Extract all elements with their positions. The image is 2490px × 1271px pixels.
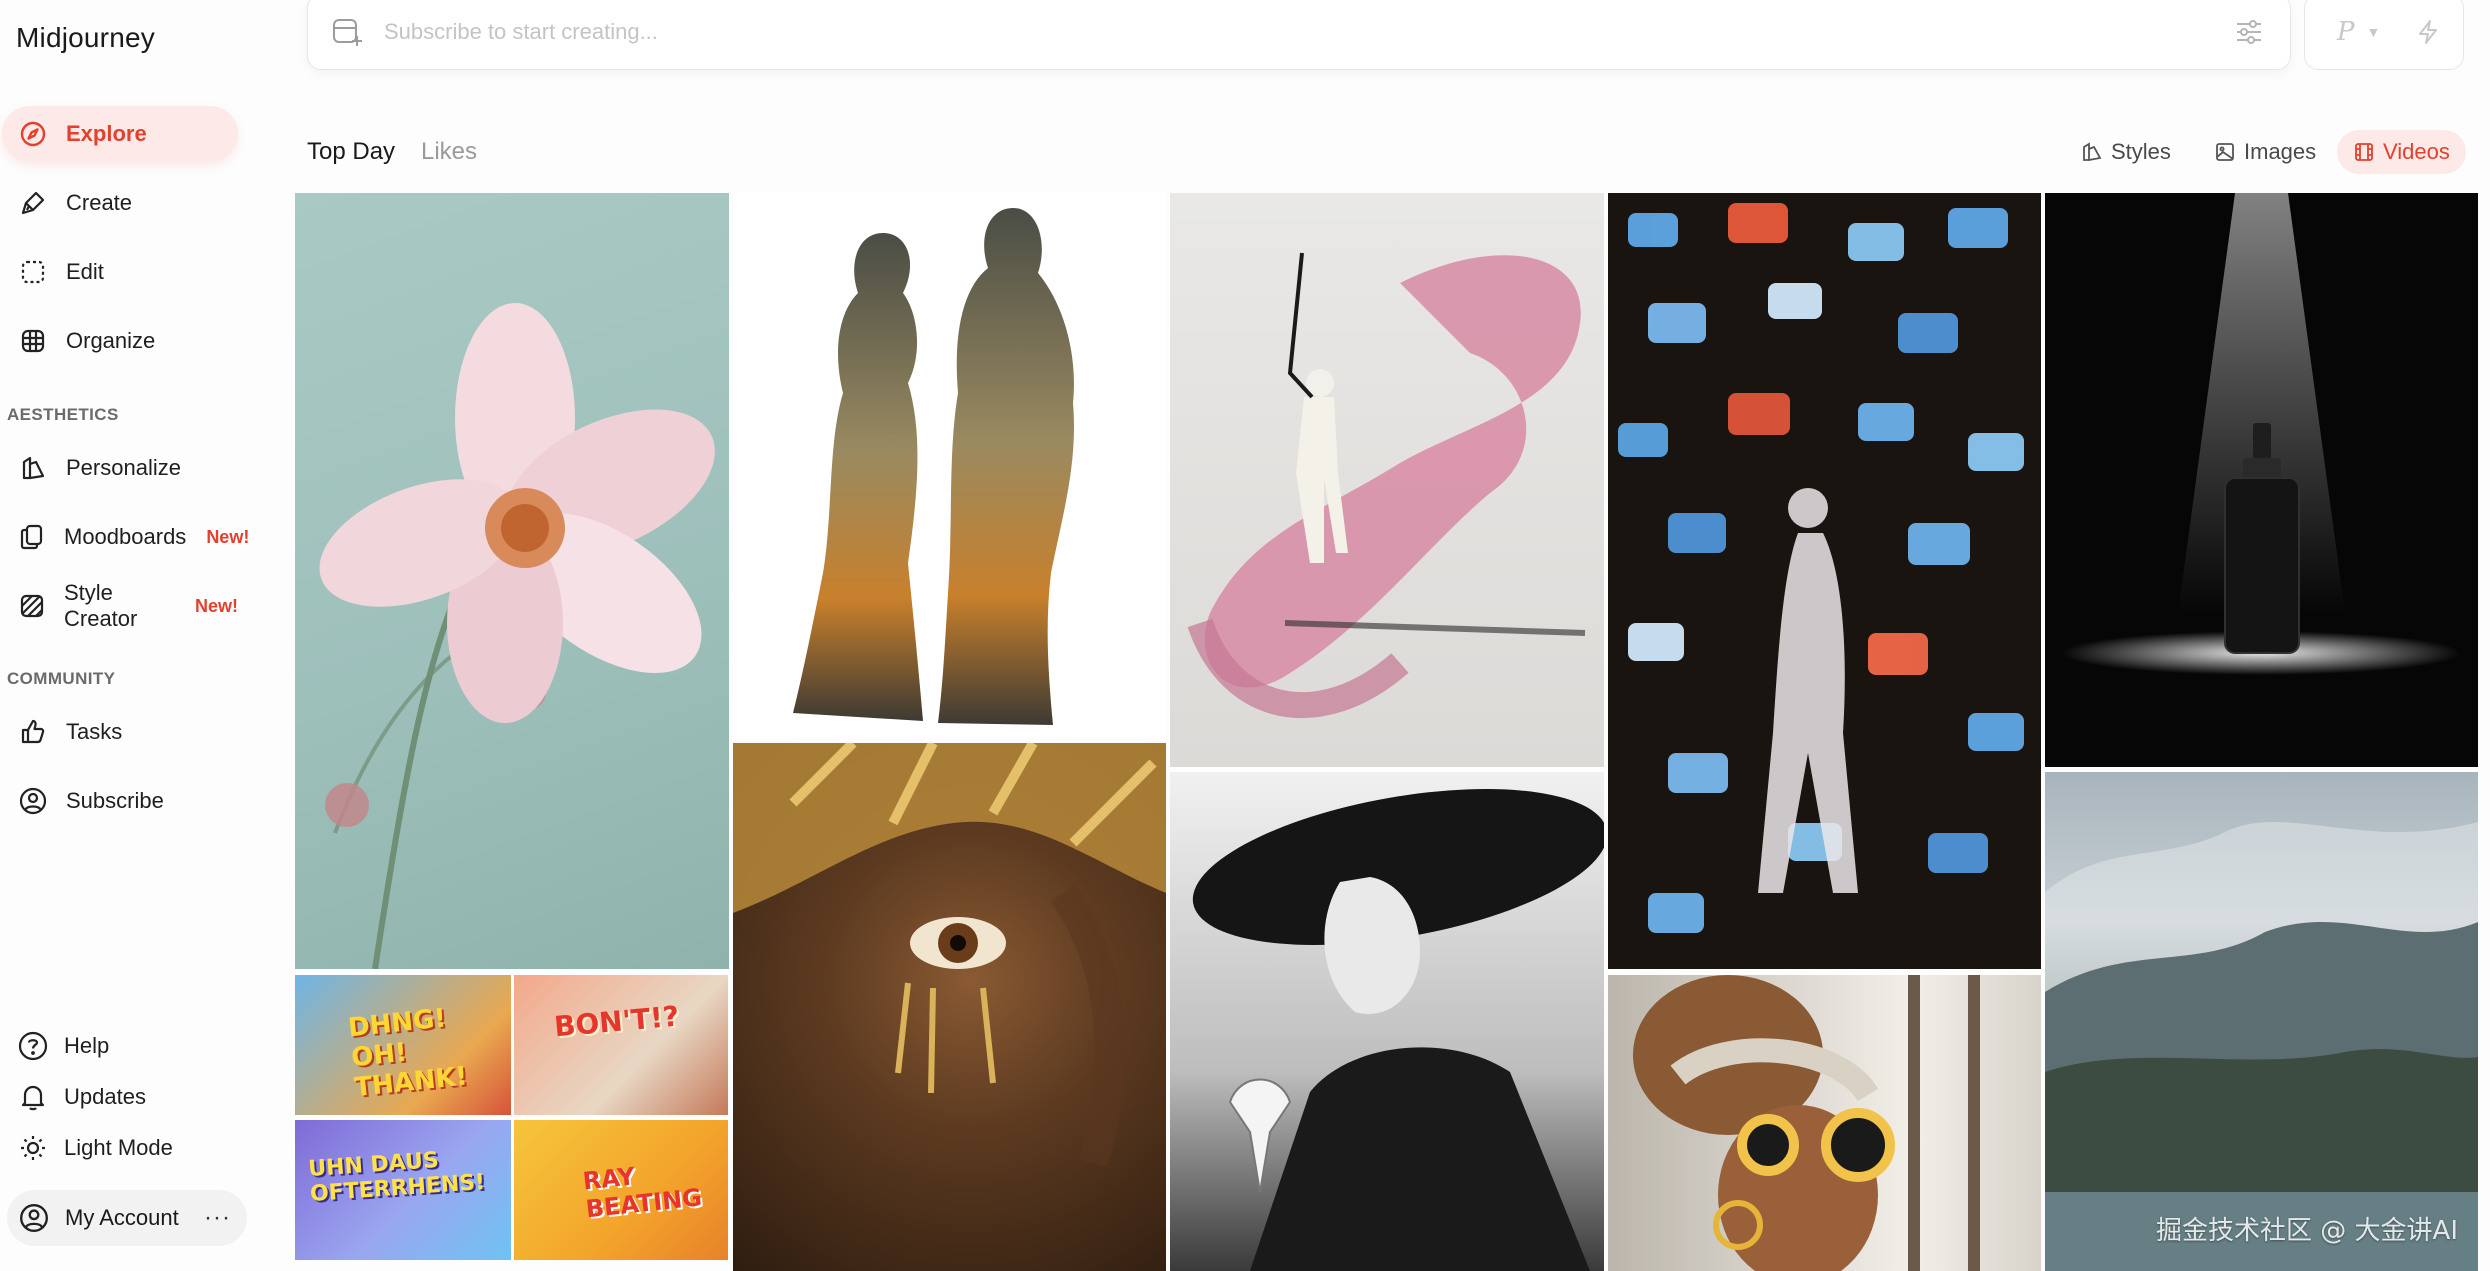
nav-subscribe[interactable]: Subscribe <box>2 773 238 829</box>
nav-personalize-label: Personalize <box>66 455 181 480</box>
nav-tasks[interactable]: Tasks <box>2 704 238 760</box>
prompt-input[interactable]: Subscribe to start creating... <box>384 19 658 45</box>
gallery-tile-cartoon-1[interactable]: DHNG! OH! THANK! <box>295 975 511 1115</box>
more-options-icon[interactable]: ··· <box>204 1204 231 1232</box>
nav-style-creator[interactable]: Style Creator New! <box>2 578 238 634</box>
filter-styles-label: Styles <box>2111 139 2171 164</box>
bell-icon <box>16 1080 50 1114</box>
nav-edit-label: Edit <box>66 259 104 284</box>
nav-light-mode[interactable]: Light Mode <box>16 1128 173 1168</box>
nav-help-label: Help <box>64 1033 110 1058</box>
nav-moodboards[interactable]: Moodboards New! <box>2 509 249 565</box>
mode-selector[interactable]: P ▼ <box>2304 0 2464 70</box>
nav-updates-label: Updates <box>64 1084 146 1109</box>
gallery-tile-flower[interactable] <box>295 193 729 969</box>
help-icon <box>16 1029 50 1063</box>
gallery-tile-landscape[interactable] <box>2045 772 2478 1271</box>
girl-illustration-artwork <box>1633 975 1980 1271</box>
nav-create-label: Create <box>66 190 133 215</box>
nav-tasks-label: Tasks <box>66 719 123 744</box>
edit-icon <box>18 257 48 287</box>
gallery-tile-cartoon-2[interactable]: BON'T!? <box>514 975 728 1115</box>
style-creator-icon <box>18 591 46 621</box>
brush-icon <box>18 188 48 218</box>
filter-images-label: Images <box>2244 139 2317 164</box>
gallery-tile-silhouettes[interactable] <box>733 193 1166 738</box>
bw-portrait-artwork <box>1192 789 1604 1271</box>
thumb-title: BON'T!? <box>552 999 681 1044</box>
app-root: Midjourney Explore Create Edit Organize <box>0 0 2490 1271</box>
logo[interactable]: Midjourney <box>16 22 155 54</box>
new-badge: New! <box>194 595 238 616</box>
moodboard-icon <box>18 522 46 552</box>
film-icon <box>2355 143 2373 161</box>
nav-create[interactable]: Create <box>2 175 238 231</box>
tab-top-day[interactable]: Top Day <box>307 138 395 166</box>
my-account-button[interactable]: My Account ··· <box>7 1190 247 1246</box>
section-community: COMMUNITY <box>7 669 116 688</box>
gallery-tile-gold-face[interactable] <box>733 743 1166 1271</box>
nav-moodboards-label: Moodboards <box>64 524 187 549</box>
settings-sliders-icon[interactable] <box>2234 17 2264 47</box>
silhouette-artwork <box>793 208 1074 725</box>
bottle-artwork <box>2061 193 2461 675</box>
nav-edit[interactable]: Edit <box>2 244 238 300</box>
gallery-tile-cartoon-3[interactable]: UHN DAUS OFTERRHENS! <box>295 1120 511 1260</box>
new-badge: New! <box>206 526 250 547</box>
sun-icon <box>16 1131 50 1165</box>
add-image-icon[interactable] <box>330 15 364 49</box>
user-circle-icon <box>18 786 48 816</box>
landscape-artwork <box>2045 822 2478 1271</box>
nav-subscribe-label: Subscribe <box>66 788 164 813</box>
sidebar: Midjourney Explore Create Edit Organize <box>0 0 270 1271</box>
filter-videos[interactable]: Videos <box>2337 130 2466 174</box>
nav-explore-label: Explore <box>66 121 147 146</box>
gallery-tile-cartoon-4[interactable]: RAY BEATING <box>514 1120 728 1260</box>
account-icon <box>17 1201 51 1235</box>
gallery-tile-bottle[interactable] <box>2045 193 2478 767</box>
nav-light-mode-label: Light Mode <box>64 1135 173 1160</box>
nav-organize-label: Organize <box>66 328 156 353</box>
thumb-title: DHNG! OH! THANK! <box>346 1003 469 1104</box>
filter-images[interactable]: Images <box>2198 130 2332 174</box>
section-aesthetics: AESTHETICS <box>7 405 119 424</box>
tab-likes[interactable]: Likes <box>421 138 477 166</box>
thumbs-up-icon <box>18 717 48 747</box>
filter-styles[interactable]: Styles <box>2065 130 2187 174</box>
chevron-down-icon: ▼ <box>2366 24 2381 40</box>
nav-organize[interactable]: Organize <box>2 313 238 369</box>
thumb-title: RAY BEATING <box>581 1162 704 1224</box>
nav-explore[interactable]: Explore <box>2 106 238 162</box>
nav-help[interactable]: Help <box>16 1026 109 1066</box>
gallery-tile-bw-portrait[interactable] <box>1170 772 1604 1271</box>
filter-videos-label: Videos <box>2383 139 2450 164</box>
nav-style-creator-label: Style Creator <box>64 580 138 631</box>
personalize-mode-letter: P <box>2337 17 2355 47</box>
image-icon <box>2216 143 2234 161</box>
thumb-title: UHN DAUS OFTERRHENS! <box>307 1147 486 1207</box>
compass-icon <box>18 119 48 149</box>
screens-artwork <box>1618 203 2024 933</box>
my-account-label: My Account <box>65 1205 179 1230</box>
pink-brush-artwork <box>1187 252 1586 719</box>
bolt-icon[interactable] <box>2414 18 2442 46</box>
watermark-text: 掘金技术社区 @ 大金讲AI <box>2156 1216 2458 1246</box>
nav-updates[interactable]: Updates <box>16 1077 146 1117</box>
flower-artwork <box>319 303 715 969</box>
gold-face-artwork <box>733 743 1166 1168</box>
gallery-tile-pink-brush[interactable] <box>1170 193 1604 767</box>
gallery-tile-girl-illustration[interactable] <box>1608 975 2041 1271</box>
styles-icon <box>2083 142 2102 161</box>
nav-personalize[interactable]: Personalize <box>2 440 238 496</box>
prompt-bar[interactable]: Subscribe to start creating... <box>307 0 2291 70</box>
personalize-icon <box>18 453 48 483</box>
grid-icon <box>18 326 48 356</box>
gallery-tile-screens[interactable] <box>1608 193 2041 969</box>
